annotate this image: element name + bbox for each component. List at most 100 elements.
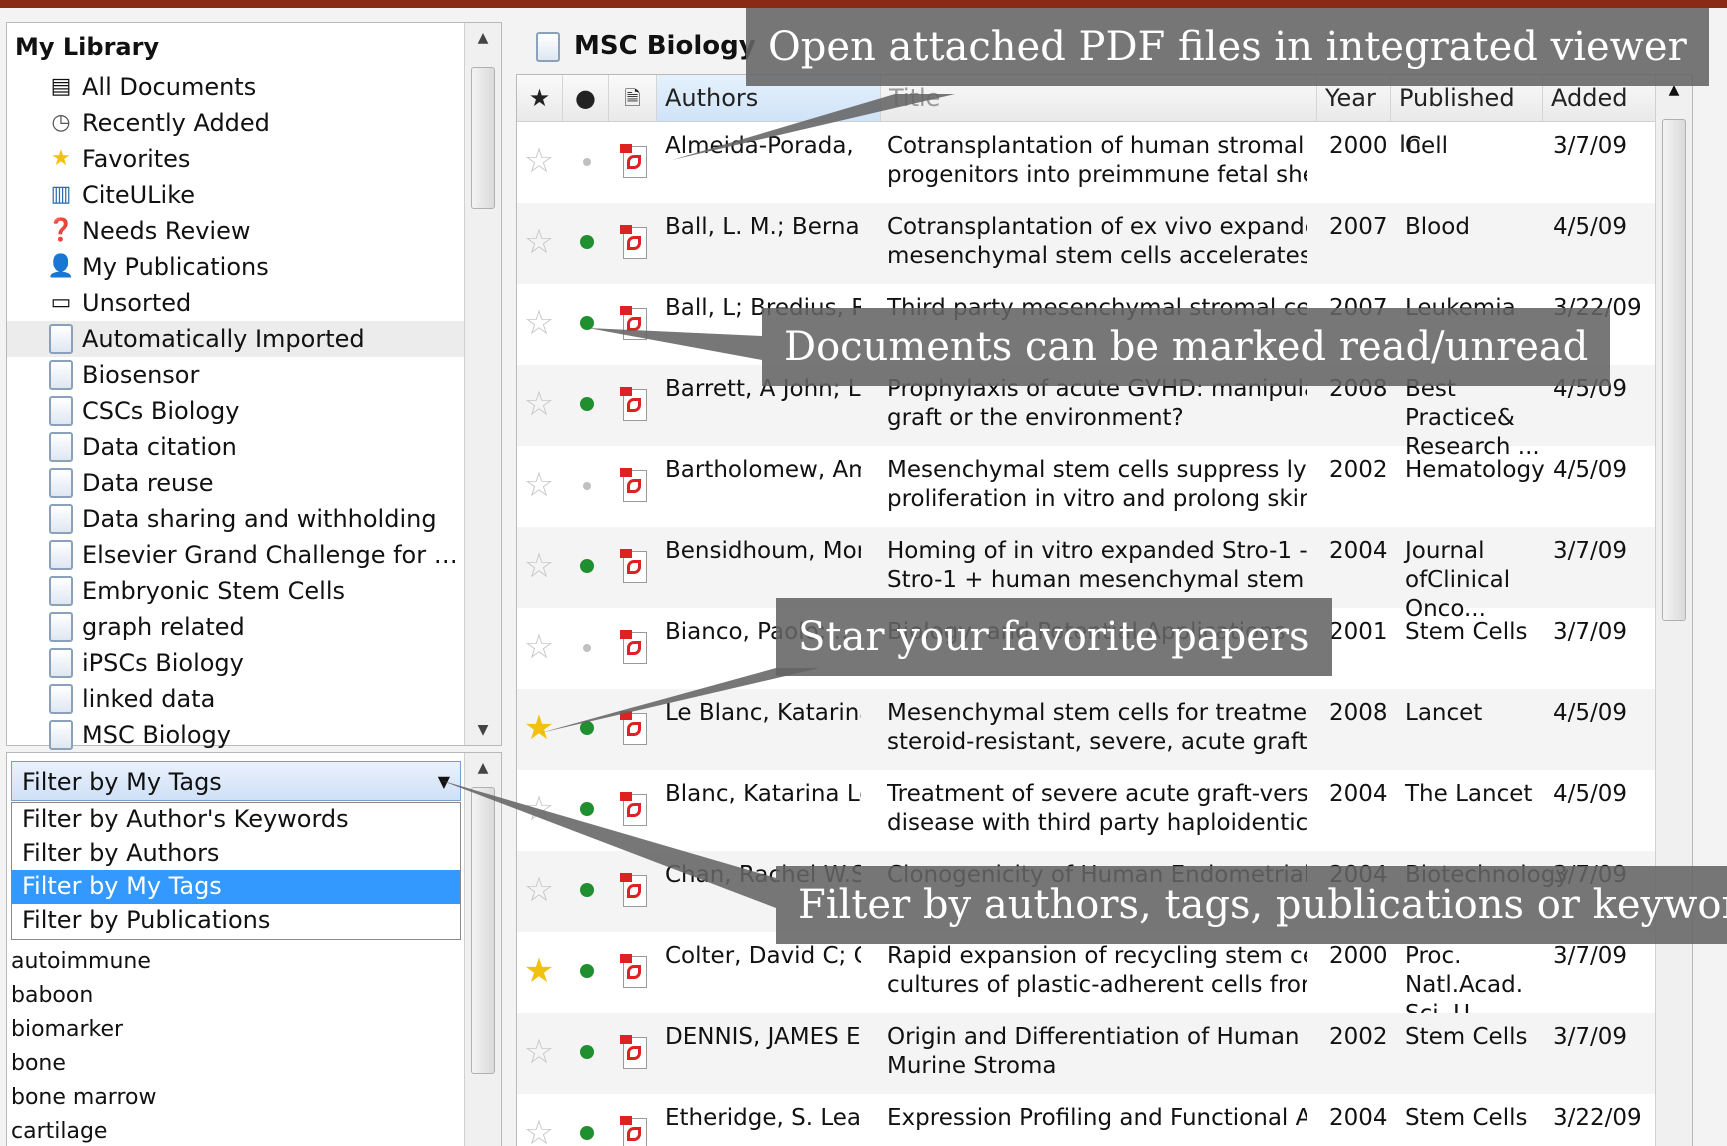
pdf-icon[interactable]: [620, 630, 647, 664]
star-outline-icon[interactable]: ☆: [523, 549, 555, 583]
unread-dot-icon[interactable]: [583, 158, 591, 166]
read-dot-icon[interactable]: [580, 235, 594, 249]
star-outline-icon[interactable]: ☆: [523, 630, 555, 664]
star-outline-icon[interactable]: ☆: [523, 1035, 555, 1069]
star-outline-icon[interactable]: ☆: [523, 306, 555, 340]
read-dot-icon[interactable]: [580, 559, 594, 573]
table-row[interactable]: ★ Colter, David C; Clas... Rapid expansion…: [517, 932, 1692, 1027]
pdf-icon[interactable]: [620, 1035, 647, 1069]
read-dot-icon[interactable]: [580, 802, 594, 816]
scroll-thumb[interactable]: [471, 67, 495, 209]
library-item[interactable]: ▥ CiteULike: [7, 177, 467, 213]
library-item[interactable]: iPSCs Biology: [7, 645, 467, 681]
star-outline-icon[interactable]: ☆: [523, 792, 555, 826]
chevron-down-icon[interactable]: ▼: [438, 762, 450, 802]
read-column-header-icon[interactable]: ●: [563, 75, 609, 121]
library-item[interactable]: ◷ Recently Added: [7, 105, 467, 141]
table-row[interactable]: ★ Le Blanc, Katarina; ... Mesenchymal stem…: [517, 689, 1692, 770]
folder-icon: [47, 684, 75, 714]
pdf-icon[interactable]: [620, 306, 647, 340]
table-row[interactable]: ☆ Almeida-Porada, Gr... Cotransplantation …: [517, 122, 1692, 203]
tag-scrollbar[interactable]: ▲: [464, 753, 501, 1146]
filter-option[interactable]: Filter by Author's Keywords: [12, 803, 460, 837]
star-column-header-icon[interactable]: ★: [517, 75, 563, 121]
star-outline-icon[interactable]: ☆: [523, 468, 555, 502]
star-outline-icon[interactable]: ☆: [523, 873, 555, 907]
library-item[interactable]: MSC Biology: [7, 717, 467, 753]
library-item[interactable]: ★ Favorites: [7, 141, 467, 177]
library-item[interactable]: Data citation: [7, 429, 467, 465]
pdf-icon[interactable]: [620, 387, 647, 421]
unread-dot-icon[interactable]: [583, 644, 591, 652]
folder-icon: [47, 432, 75, 462]
scroll-down-arrow-icon[interactable]: ▼: [465, 715, 501, 745]
filter-option[interactable]: Filter by Publications: [12, 904, 460, 938]
star-outline-icon[interactable]: ☆: [523, 387, 555, 421]
star-outline-icon[interactable]: ☆: [523, 225, 555, 259]
pdf-icon[interactable]: [620, 468, 647, 502]
unread-dot-icon[interactable]: [583, 482, 591, 490]
read-dot-icon[interactable]: [580, 316, 594, 330]
pdf-icon[interactable]: [620, 954, 647, 988]
pdf-icon[interactable]: [620, 1116, 647, 1146]
table-row[interactable]: ☆ Bartholomew, Ameli... Mesenchymal stem c…: [517, 446, 1692, 527]
pdf-icon[interactable]: [620, 144, 647, 178]
table-row[interactable]: ☆ Ball, L. M.; Bernard... Cotransplantatio…: [517, 203, 1692, 284]
filter-option[interactable]: Filter by Authors: [12, 837, 460, 871]
library-item[interactable]: Data sharing and withholding: [7, 501, 467, 537]
library-item[interactable]: ❓ Needs Review: [7, 213, 467, 249]
library-item[interactable]: Elsevier Grand Challenge for the Life S.…: [7, 537, 467, 573]
table-scrollbar[interactable]: ▲: [1655, 75, 1692, 1146]
scroll-up-arrow-icon[interactable]: ▲: [465, 753, 501, 783]
library-item[interactable]: Biosensor: [7, 357, 467, 393]
added-cell: 4/5/09: [1553, 700, 1628, 726]
pdf-icon[interactable]: [620, 792, 647, 826]
filter-dropdown[interactable]: Filter by My Tags ▼: [11, 761, 461, 801]
star-filled-icon[interactable]: ★: [523, 954, 555, 988]
library-item[interactable]: 👤 My Publications: [7, 249, 467, 285]
library-item[interactable]: graph related: [7, 609, 467, 645]
pdf-icon[interactable]: [620, 873, 647, 907]
scroll-thumb[interactable]: [1662, 119, 1686, 621]
tag-item[interactable]: baboon: [11, 979, 156, 1013]
read-dot-icon[interactable]: [580, 964, 594, 978]
library-item[interactable]: ▭ Unsorted: [7, 285, 467, 321]
read-dot-icon[interactable]: [580, 883, 594, 897]
table-row[interactable]: ☆ Etheridge, S. Leah; ... Expression Profi…: [517, 1094, 1692, 1146]
tag-item[interactable]: bone marrow: [11, 1081, 156, 1115]
tag-item[interactable]: autoimmune: [11, 945, 156, 979]
folder-icon: [47, 576, 75, 606]
library-scrollbar[interactable]: ▲ ▼: [464, 23, 501, 745]
scroll-thumb[interactable]: [471, 787, 495, 1074]
folder-icon: [47, 612, 75, 642]
tag-item[interactable]: bone: [11, 1047, 156, 1081]
star-filled-icon[interactable]: ★: [523, 711, 555, 745]
title-line-2: graft or the environment?: [887, 405, 1184, 431]
library-item[interactable]: CSCs Biology: [7, 393, 467, 429]
table-row[interactable]: ☆ Blanc, Katarina Le; ... Treatment of sev…: [517, 770, 1692, 851]
library-item[interactable]: linked data: [7, 681, 467, 717]
file-column-header-icon[interactable]: 🗎: [609, 75, 657, 121]
library-title: My Library: [15, 33, 160, 61]
scroll-up-arrow-icon[interactable]: ▲: [465, 23, 501, 53]
library-item[interactable]: ▤ All Documents: [7, 69, 467, 105]
tag-item[interactable]: biomarker: [11, 1013, 156, 1047]
pdf-icon[interactable]: [620, 225, 647, 259]
title-line-2: cultures of plastic-adherent cells from …: [887, 972, 1307, 998]
library-item[interactable]: Embryonic Stem Cells: [7, 573, 467, 609]
library-item[interactable]: Automatically Imported: [7, 321, 467, 357]
authors-cell: Colter, David C; Clas...: [665, 943, 861, 969]
read-dot-icon[interactable]: [580, 397, 594, 411]
pdf-icon[interactable]: [620, 549, 647, 583]
tag-item[interactable]: cartilage: [11, 1115, 156, 1146]
library-item[interactable]: Data reuse: [7, 465, 467, 501]
table-row[interactable]: ☆ DENNIS, JAMES E.; ... Origin and Differe…: [517, 1013, 1692, 1094]
read-dot-icon[interactable]: [580, 1045, 594, 1059]
read-dot-icon[interactable]: [580, 1126, 594, 1140]
read-dot-icon[interactable]: [580, 721, 594, 735]
pdf-icon[interactable]: [620, 711, 647, 745]
table-row[interactable]: ☆ Bensidhoum, Morad... Homing of in vitro …: [517, 527, 1692, 622]
star-outline-icon[interactable]: ☆: [523, 1116, 555, 1146]
star-outline-icon[interactable]: ☆: [523, 144, 555, 178]
filter-option[interactable]: Filter by My Tags: [12, 870, 460, 904]
